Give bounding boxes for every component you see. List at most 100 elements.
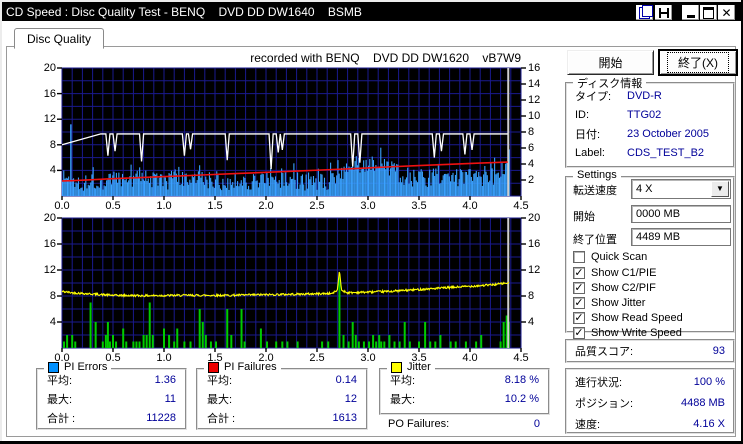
exit-button[interactable]: 終了(X) [659, 50, 737, 75]
speed-stat-label: 速度: [575, 416, 600, 432]
checkbox-box[interactable]: ✓ [573, 297, 585, 309]
speed-value: 4 X [636, 183, 653, 195]
pi-failures-jitter-chart [62, 218, 521, 348]
start-pos-field[interactable]: 0000 MB [631, 205, 731, 223]
stat-value: 8.18 % [505, 374, 539, 386]
disc-date-label: 日付: [575, 126, 627, 142]
checkbox-box[interactable]: ✓ [573, 267, 585, 279]
checkbox-show-read-speed[interactable]: ✓ Show Read Speed [573, 311, 683, 325]
y-axis-tick-label: 16 [30, 238, 56, 250]
position-label: ポジション: [575, 395, 633, 411]
po-failures-row: PO Failures: 0 [388, 418, 540, 430]
disc-type-value: DVD-R [627, 90, 662, 102]
stat-label: 合計 : [207, 410, 235, 426]
disc-id-label: ID: [575, 109, 627, 121]
maximize-icon [703, 7, 714, 19]
title-bar: CD Speed : Disc Quality Test - BENQ DVD … [2, 2, 741, 21]
stat-value: 10.2 % [505, 393, 539, 405]
x-axis-tick-label: 1.0 [149, 352, 179, 364]
x-axis-tick-label: 3.5 [404, 200, 434, 212]
start-button[interactable]: 開始 [567, 50, 654, 75]
y-axis-tick-label: 8 [30, 139, 56, 151]
pi-failures-stats-box: PI Failures 平均:0.14 最大:12 合計 :1613 [196, 368, 368, 430]
copy-icon [639, 7, 650, 19]
jitter-legend-icon [391, 362, 402, 373]
x-axis-tick-label: 0.5 [98, 200, 128, 212]
x-axis-tick-label: 1.5 [200, 200, 230, 212]
checkbox-show-c1-pie[interactable]: ✓Show C1/PIE [573, 266, 656, 280]
checkbox-label: Show Write Speed [591, 327, 682, 339]
y-axis-right-tick-label: 8 [528, 290, 554, 302]
stat-label: 平均: [390, 372, 415, 388]
quality-score-value: 93 [713, 345, 725, 357]
progress-label: 進行状況: [575, 374, 622, 390]
y-axis-tick-label: 4 [30, 164, 56, 176]
stat-label: 最大: [390, 391, 415, 407]
checkbox-label: Show Jitter [591, 297, 645, 309]
quality-score-box: 品質スコア: 93 [565, 339, 735, 363]
position-value: 4488 MB [681, 397, 725, 409]
checkbox-label: Quick Scan [591, 251, 647, 263]
progress-box: 進行状況:100 % ポジション:4488 MB 速度:4.16 X [565, 368, 735, 434]
x-axis-tick-label: 3.0 [353, 200, 383, 212]
y-axis-right-tick-label: 16 [528, 238, 554, 250]
copy-results-button[interactable] [635, 4, 654, 21]
checkbox-show-jitter[interactable]: ✓ Show Jitter [573, 296, 645, 310]
checkbox-show-c2-pif[interactable]: ✓ Show C2/PIF [573, 281, 656, 295]
checkbox-box[interactable]: ✓ [573, 282, 585, 294]
recorded-with-label: recorded with BENQ DVD DD DW1620 vB7W9 [62, 51, 521, 65]
x-axis-tick-label: 2.5 [302, 352, 332, 364]
x-axis-tick-label: 0.0 [47, 200, 77, 212]
progress-value: 100 % [694, 376, 725, 388]
y-axis-tick-label: 12 [30, 113, 56, 125]
tab-disc-quality[interactable]: Disc Quality [14, 28, 104, 49]
checkbox-label: Show C2/PIF [591, 282, 656, 294]
end-pos-value: 4489 MB [636, 231, 680, 243]
close-button[interactable]: ✕ [717, 4, 736, 21]
y-axis-tick-label: 8 [30, 290, 56, 302]
disc-info-group: ディスク情報 タイプ:DVD-R ID:TTG02 日付:23 October … [565, 82, 735, 168]
pi-errors-legend-icon [48, 362, 59, 373]
pi-failures-legend-icon [208, 362, 219, 373]
speed-combobox[interactable]: 4 X ▼ [631, 179, 731, 199]
y-axis-right-tick-label: 12 [528, 264, 554, 276]
y-axis-right-tick-label: 6 [528, 142, 554, 154]
save-button[interactable] [654, 4, 673, 21]
y-axis-right-tick-label: 4 [528, 158, 554, 170]
disc-label-label: Label: [575, 147, 627, 159]
app-window: CD Speed : Disc Quality Test - BENQ DVD … [0, 0, 743, 444]
checkbox-show-write-speed[interactable]: ✓ Show Write Speed [573, 326, 682, 340]
po-failures-value: 0 [534, 418, 540, 430]
x-axis-tick-label: 1.0 [149, 200, 179, 212]
chevron-down-icon[interactable]: ▼ [711, 181, 729, 197]
checkbox-quick-scan[interactable]: Quick Scan [573, 250, 647, 264]
y-axis-tick-label: 4 [30, 316, 56, 328]
stat-label: 平均: [207, 372, 232, 388]
stat-value: 12 [345, 393, 357, 405]
y-axis-tick-label: 12 [30, 264, 56, 276]
x-axis-tick-label: 4.0 [455, 200, 485, 212]
y-axis-tick-label: 20 [30, 62, 56, 74]
y-axis-right-tick-label: 14 [528, 78, 554, 90]
x-axis-tick-label: 4.5 [506, 352, 536, 364]
x-axis-tick-label: 4.5 [506, 200, 536, 212]
maximize-button[interactable] [699, 4, 718, 21]
y-axis-tick-label: 16 [30, 88, 56, 100]
x-axis-tick-label: 4.0 [455, 352, 485, 364]
y-axis-right-tick-label: 2 [528, 174, 554, 186]
pi-errors-chart [62, 68, 521, 196]
stat-value: 1.36 [155, 374, 176, 386]
stat-label: 合計 : [47, 410, 75, 426]
end-pos-field[interactable]: 4489 MB [631, 228, 731, 246]
close-icon: ✕ [721, 7, 731, 19]
quality-score-label: 品質スコア: [575, 343, 633, 359]
checkbox-label: Show Read Speed [591, 312, 683, 324]
x-axis-tick-label: 2.5 [302, 200, 332, 212]
stat-label: 最大: [47, 391, 72, 407]
checkbox-box[interactable]: ✓ [573, 327, 585, 339]
y-axis-right-tick-label: 16 [528, 62, 554, 74]
checkbox-box[interactable]: ✓ [573, 312, 585, 324]
checkbox-box[interactable] [573, 251, 585, 263]
disc-type-label: タイプ: [575, 88, 627, 104]
minimize-button[interactable] [681, 4, 700, 21]
